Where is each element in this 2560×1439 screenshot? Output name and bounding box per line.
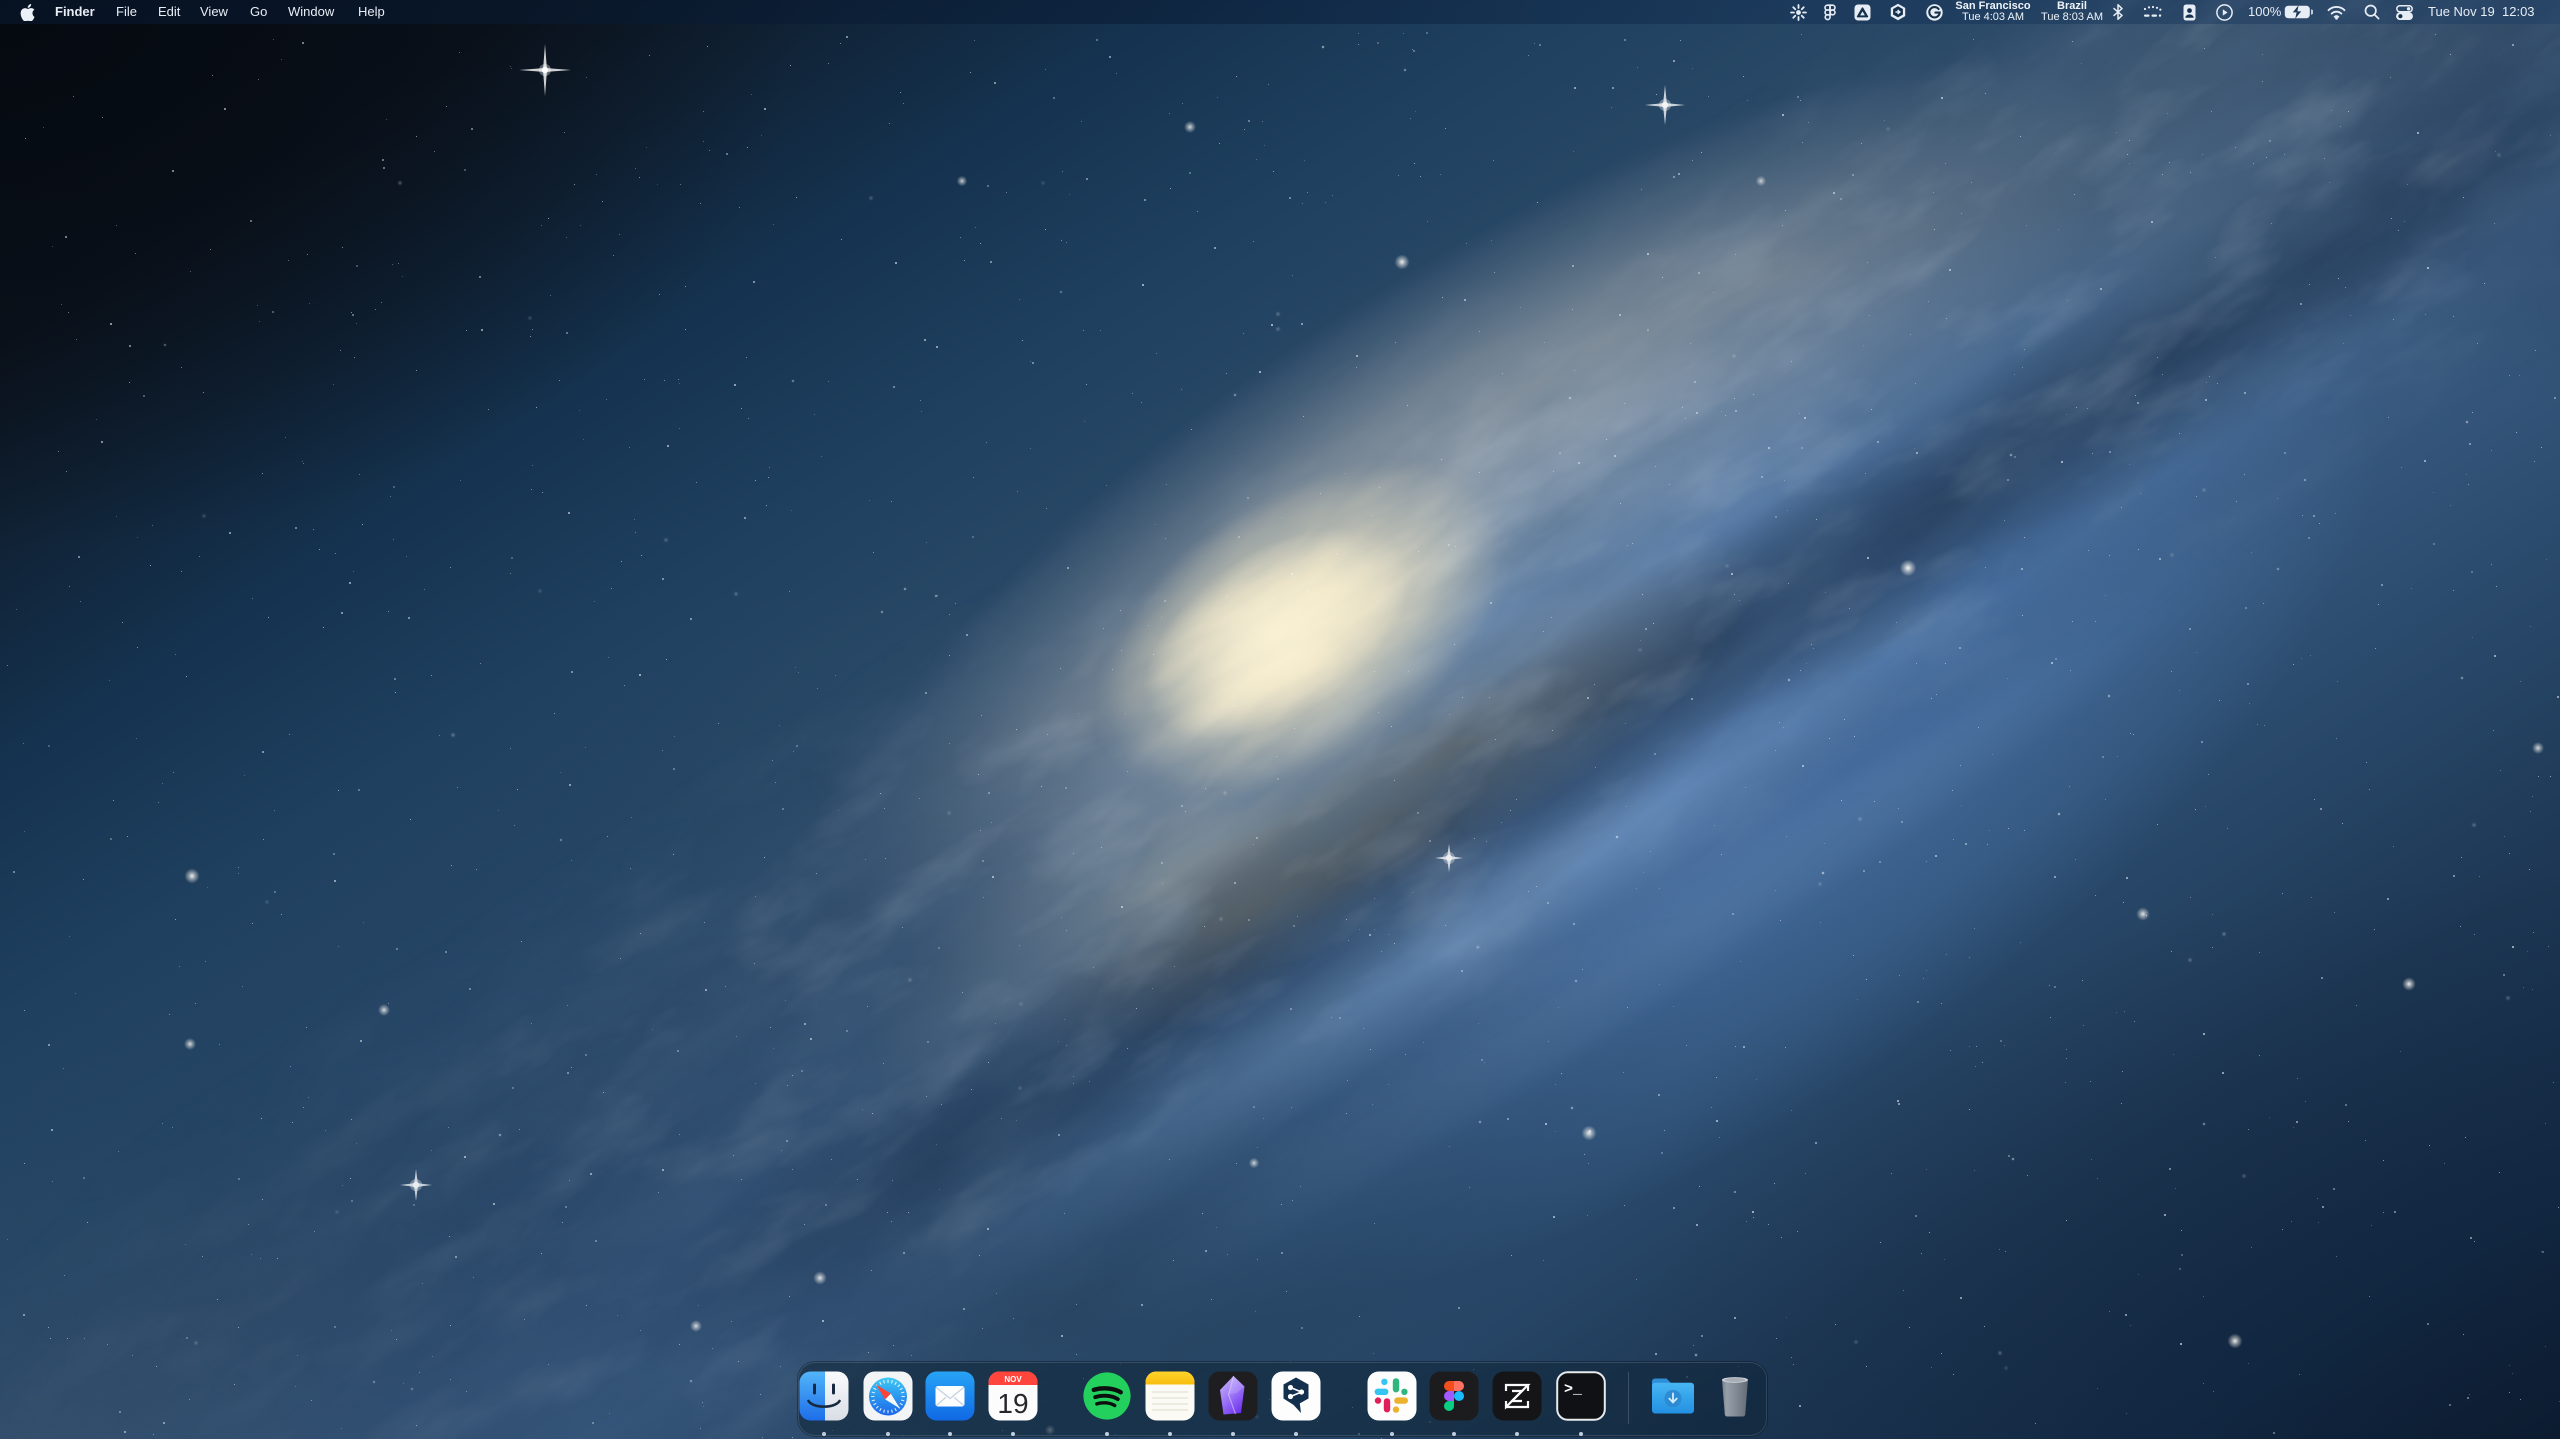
svg-text:NOV: NOV xyxy=(1004,1375,1022,1384)
svg-text:19: 19 xyxy=(997,1388,1028,1419)
svg-text:>_: >_ xyxy=(1564,1381,1583,1398)
